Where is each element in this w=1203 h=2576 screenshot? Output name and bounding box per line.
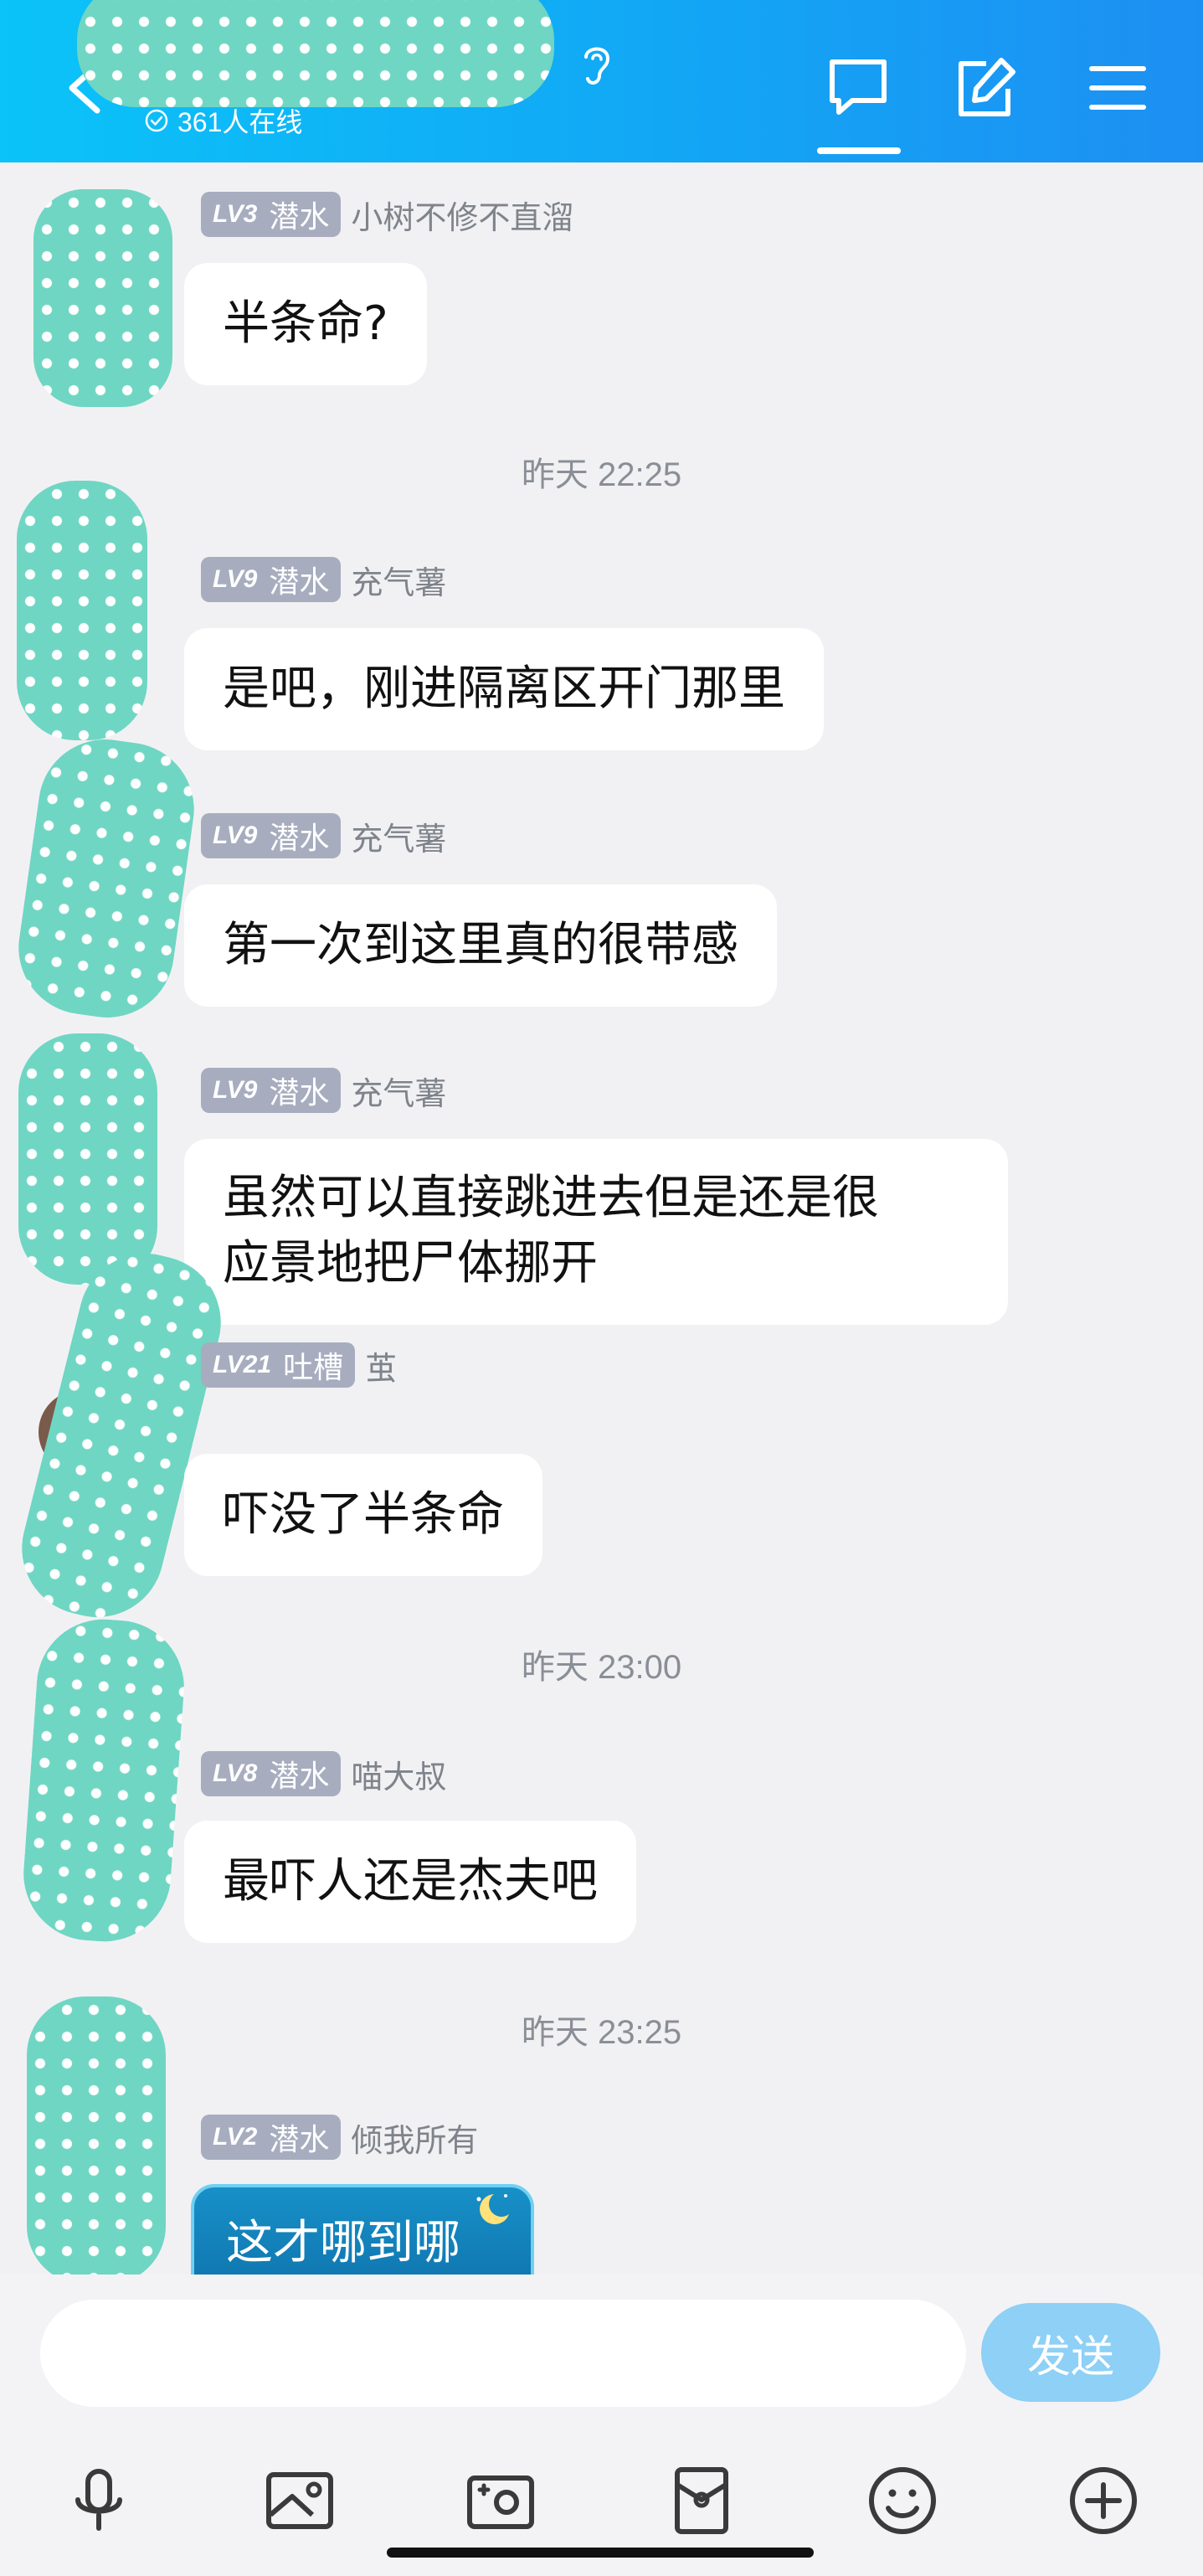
voice-button[interactable] [59, 2460, 139, 2541]
plus-icon [1070, 2467, 1137, 2534]
level-badge: LV9 潜水 [201, 1068, 342, 1113]
level-badge: LV3 潜水 [201, 192, 342, 237]
sender-info: LV2 潜水 倾我所有 [201, 2114, 478, 2161]
sender-name[interactable]: 充气薯 [351, 1068, 446, 1114]
message-text: 吓没了半条命 [223, 1487, 504, 1542]
emoji-icon [869, 2467, 936, 2534]
level-badge: LV21 吐槽 [201, 1342, 356, 1388]
message-text: 第一次到这里真的很带感 [223, 918, 738, 972]
level-badge: LV9 潜水 [201, 813, 342, 858]
avatar-redaction [17, 481, 147, 740]
red-packet-button[interactable] [661, 2460, 742, 2541]
microphone-icon [75, 2469, 122, 2531]
sender-info: LV9 潜水 充气薯 [201, 1067, 446, 1114]
hearing-icon[interactable] [578, 42, 616, 89]
message-input[interactable] [40, 2300, 966, 2407]
chat-tab[interactable] [820, 50, 896, 126]
input-bar: 发送 [0, 2275, 1203, 2576]
message-bubble[interactable]: 虽然可以直接跳进去但是还是很 应景地把尸体挪开 [184, 1139, 1008, 1325]
avatar-redaction [9, 730, 203, 1027]
sender-name[interactable]: 茧 [365, 1342, 397, 1388]
menu-button[interactable] [1080, 50, 1155, 126]
avatar-redaction [27, 1996, 166, 2275]
more-button[interactable] [1063, 2460, 1144, 2541]
message-bubble[interactable]: 半条命? [184, 263, 427, 385]
group-title-redaction [77, 0, 554, 107]
red-packet-icon [675, 2467, 728, 2534]
chat-bubble-icon [830, 59, 887, 115]
message-bubble[interactable]: 第一次到这里真的很带感 [184, 884, 777, 1007]
message-text: 最吓人还是杰夫吧 [223, 1854, 598, 1909]
emoji-button[interactable] [862, 2460, 943, 2541]
sender-name[interactable]: 充气薯 [351, 813, 446, 859]
image-icon [266, 2472, 333, 2529]
moon-icon [476, 2194, 509, 2224]
sender-info: LV9 潜水 充气薯 [201, 556, 446, 603]
message-bubble[interactable]: 吓没了半条命 [184, 1454, 542, 1576]
message-text: 虽然可以直接跳进去但是还是很 应景地把尸体挪开 [223, 1171, 879, 1291]
message-text: 是吧，刚进隔离区开门那里 [223, 662, 785, 716]
timestamp: 昨天 22:25 [521, 456, 682, 493]
menu-icon [1089, 66, 1146, 110]
avatar-redaction [18, 1615, 189, 1946]
message-list[interactable]: LV3 潜水 小树不修不直溜 半条命? 昨天 22:25 LV9 潜水 充气薯 是吧… [0, 162, 1203, 2275]
send-button[interactable]: 发送 [981, 2303, 1160, 2402]
camera-button[interactable] [460, 2460, 541, 2541]
active-tab-indicator [817, 147, 901, 154]
sender-info: LV9 潜水 充气薯 [201, 812, 446, 859]
message-bubble[interactable]: 是吧，刚进隔离区开门那里 [184, 628, 824, 750]
message-bubble[interactable]: 最吓人还是杰夫吧 [184, 1821, 636, 1943]
home-indicator[interactable] [387, 2548, 814, 2558]
shield-check-icon [145, 109, 168, 132]
sender-info: LV3 潜水 小树不修不直溜 [201, 191, 573, 238]
message-text: 半条命? [223, 296, 388, 351]
edit-icon [959, 58, 1015, 116]
avatar-redaction [18, 1033, 157, 1285]
post-edit-button[interactable] [948, 50, 1023, 126]
timestamp: 昨天 23:25 [521, 2014, 682, 2051]
sender-name[interactable]: 小树不修不直溜 [351, 192, 573, 238]
avatar-redaction [33, 189, 172, 407]
sender-info: LV8 潜水 喵大叔 [201, 1750, 446, 1797]
sender-name[interactable]: 喵大叔 [351, 1751, 446, 1797]
online-status: 361人在线 [144, 102, 302, 139]
sender-name[interactable]: 充气薯 [351, 557, 446, 603]
message-text: 这才哪到哪 [226, 2216, 460, 2270]
level-badge: LV8 潜水 [201, 1751, 342, 1796]
sender-info: LV21 吐槽 茧 [201, 1342, 397, 1388]
chat-header: 361人在线 [0, 0, 1203, 162]
image-button[interactable] [260, 2460, 340, 2541]
camera-icon [467, 2476, 534, 2529]
sender-name[interactable]: 倾我所有 [351, 2115, 478, 2161]
online-count: 361人在线 [177, 107, 303, 137]
level-badge: LV9 潜水 [201, 557, 342, 602]
level-badge: LV2 潜水 [201, 2115, 342, 2160]
